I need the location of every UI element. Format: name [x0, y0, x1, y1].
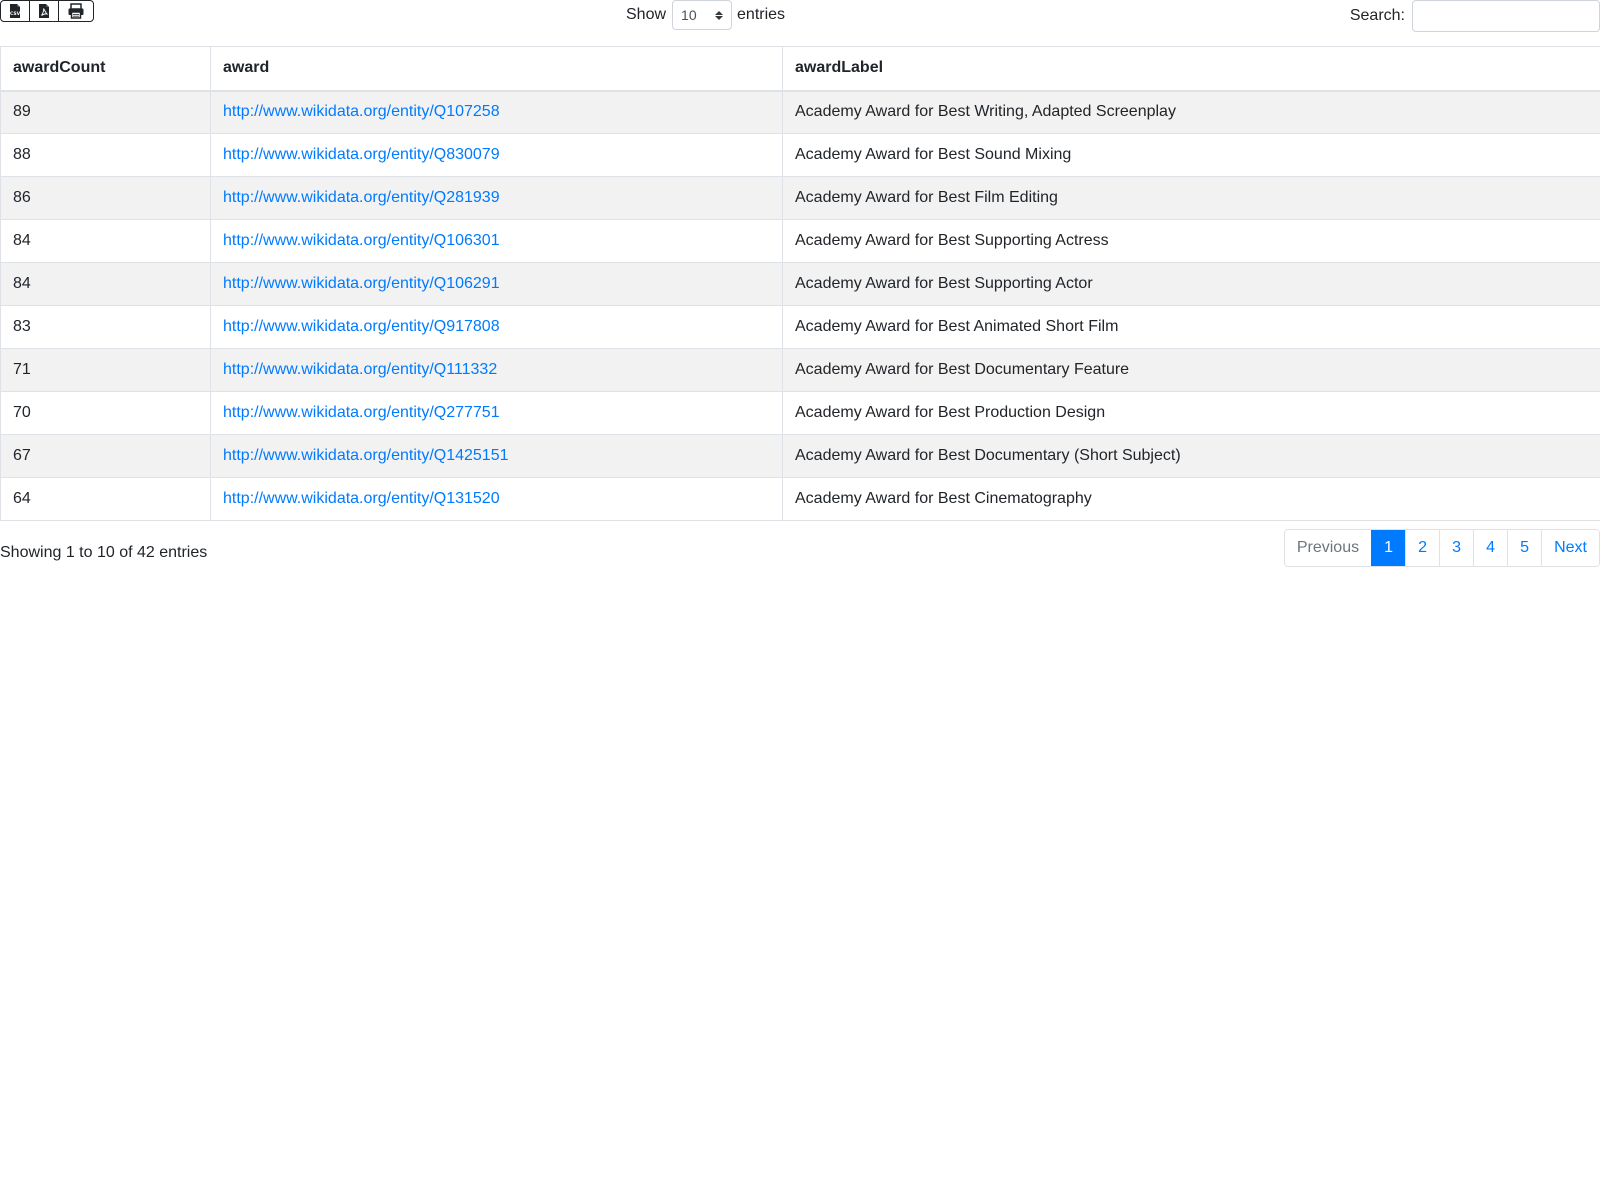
column-header-award[interactable]: award: [210, 46, 783, 92]
award-count-cell: 86: [0, 176, 211, 220]
table-footer: Showing 1 to 10 of 42 entries Previous 1…: [0, 521, 1600, 571]
award-link-cell: http://www.wikidata.org/entity/Q106291: [210, 262, 783, 306]
award-label-cell: Academy Award for Best Production Design: [782, 391, 1600, 435]
award-count-cell: 89: [0, 90, 211, 134]
table-header-row: awardCount award awardLabel: [0, 46, 1600, 92]
print-icon: [68, 3, 84, 19]
award-count-cell: 83: [0, 305, 211, 349]
award-link[interactable]: http://www.wikidata.org/entity/Q1425151: [223, 447, 509, 464]
pdf-file-icon: [39, 4, 49, 18]
award-count-cell: 88: [0, 133, 211, 177]
award-link-cell: http://www.wikidata.org/entity/Q281939: [210, 176, 783, 220]
print-button[interactable]: [58, 0, 94, 22]
award-count-cell: 84: [0, 219, 211, 263]
award-label-cell: Academy Award for Best Supporting Actres…: [782, 219, 1600, 263]
award-link-cell: http://www.wikidata.org/entity/Q106301: [210, 219, 783, 263]
award-label-cell: Academy Award for Best Sound Mixing: [782, 133, 1600, 177]
pagination: Previous 1 2 3 4 5 Next: [1283, 529, 1600, 567]
table-row: 89 http://www.wikidata.org/entity/Q10725…: [0, 90, 1600, 134]
entries-length-control: Show 10 entries: [626, 0, 785, 30]
award-link[interactable]: http://www.wikidata.org/entity/Q281939: [223, 189, 500, 206]
award-label-cell: Academy Award for Best Documentary (Shor…: [782, 434, 1600, 478]
column-header-awardcount[interactable]: awardCount: [0, 46, 211, 92]
table-toolbar: CSV Show 10 entries Search:: [0, 0, 1600, 46]
award-link-cell: http://www.wikidata.org/entity/Q917808: [210, 305, 783, 349]
table-row: 83 http://www.wikidata.org/entity/Q91780…: [0, 305, 1600, 349]
award-label-cell: Academy Award for Best Film Editing: [782, 176, 1600, 220]
award-count-cell: 84: [0, 262, 211, 306]
table-row: 88 http://www.wikidata.org/entity/Q83007…: [0, 133, 1600, 177]
award-link-cell: http://www.wikidata.org/entity/Q131520: [210, 477, 783, 521]
award-count-cell: 70: [0, 391, 211, 435]
award-label-cell: Academy Award for Best Supporting Actor: [782, 262, 1600, 306]
award-count-cell: 67: [0, 434, 211, 478]
table-info-text: Showing 1 to 10 of 42 entries: [0, 544, 208, 561]
award-label-cell: Academy Award for Best Documentary Featu…: [782, 348, 1600, 392]
award-link[interactable]: http://www.wikidata.org/entity/Q917808: [223, 318, 500, 335]
select-arrows-icon: [715, 10, 724, 20]
table-row: 64 http://www.wikidata.org/entity/Q13152…: [0, 477, 1600, 521]
table-row: 70 http://www.wikidata.org/entity/Q27775…: [0, 391, 1600, 435]
pagination-previous-button[interactable]: Previous: [1284, 530, 1372, 566]
award-link[interactable]: http://www.wikidata.org/entity/Q111332: [223, 361, 497, 378]
award-link[interactable]: http://www.wikidata.org/entity/Q107258: [223, 103, 500, 120]
award-link[interactable]: http://www.wikidata.org/entity/Q277751: [223, 404, 500, 421]
pagination-page-2[interactable]: 2: [1405, 530, 1440, 566]
length-suffix-label: entries: [737, 6, 786, 23]
entries-per-page-value: 10: [681, 7, 697, 23]
entries-per-page-select[interactable]: 10: [672, 0, 733, 30]
search-control: Search:: [1350, 0, 1600, 32]
award-link[interactable]: http://www.wikidata.org/entity/Q830079: [223, 146, 500, 163]
award-link-cell: http://www.wikidata.org/entity/Q111332: [210, 348, 783, 392]
award-link-cell: http://www.wikidata.org/entity/Q277751: [210, 391, 783, 435]
pagination-page-4[interactable]: 4: [1473, 530, 1508, 566]
search-input[interactable]: [1412, 0, 1600, 32]
award-label-cell: Academy Award for Best Cinematography: [782, 477, 1600, 521]
svg-text:CSV: CSV: [10, 11, 21, 17]
export-button-group: CSV: [0, 0, 94, 22]
csv-file-icon: CSV: [10, 4, 21, 18]
award-link-cell: http://www.wikidata.org/entity/Q830079: [210, 133, 783, 177]
pagination-page-3[interactable]: 3: [1439, 530, 1474, 566]
table-row: 71 http://www.wikidata.org/entity/Q11133…: [0, 348, 1600, 392]
award-link[interactable]: http://www.wikidata.org/entity/Q131520: [223, 490, 500, 507]
results-table: awardCount award awardLabel 89 http://ww…: [0, 46, 1600, 521]
length-prefix-label: Show: [626, 6, 667, 23]
export-csv-button[interactable]: CSV: [0, 0, 30, 22]
award-label-cell: Academy Award for Best Writing, Adapted …: [782, 90, 1600, 134]
award-label-cell: Academy Award for Best Animated Short Fi…: [782, 305, 1600, 349]
column-header-awardlabel[interactable]: awardLabel: [782, 46, 1600, 92]
award-count-cell: 64: [0, 477, 211, 521]
table-row: 84 http://www.wikidata.org/entity/Q10629…: [0, 262, 1600, 306]
search-label: Search:: [1349, 7, 1405, 24]
table-row: 67 http://www.wikidata.org/entity/Q14251…: [0, 434, 1600, 478]
award-link[interactable]: http://www.wikidata.org/entity/Q106291: [223, 275, 500, 292]
pagination-page-1[interactable]: 1: [1371, 530, 1406, 566]
pagination-next-button[interactable]: Next: [1541, 530, 1599, 566]
pagination-page-5[interactable]: 5: [1507, 530, 1542, 566]
table-row: 86 http://www.wikidata.org/entity/Q28193…: [0, 176, 1600, 220]
table-row: 84 http://www.wikidata.org/entity/Q10630…: [0, 219, 1600, 263]
award-link-cell: http://www.wikidata.org/entity/Q107258: [210, 90, 783, 134]
export-pdf-button[interactable]: [29, 0, 59, 22]
award-link[interactable]: http://www.wikidata.org/entity/Q106301: [223, 232, 500, 249]
award-link-cell: http://www.wikidata.org/entity/Q1425151: [210, 434, 783, 478]
award-count-cell: 71: [0, 348, 211, 392]
